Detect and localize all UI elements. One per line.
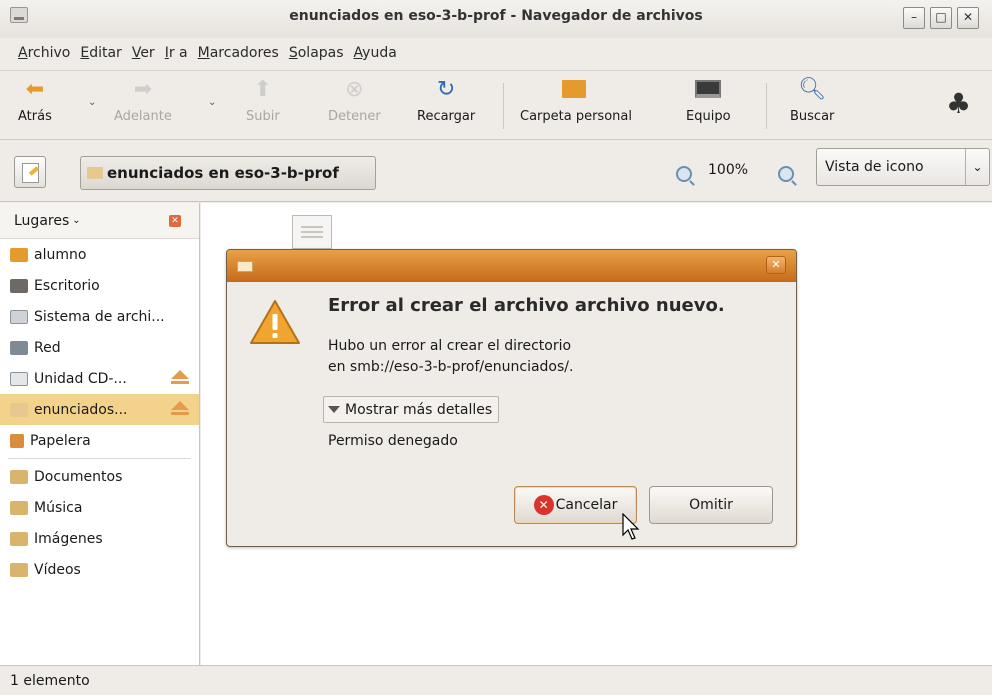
folder-icon (10, 562, 28, 577)
eject-icon[interactable] (169, 370, 191, 386)
sidebar-item-cd-drive[interactable]: Unidad CD-... (0, 363, 199, 394)
sidebar-header[interactable]: Lugares ⌄ ✕ (0, 203, 199, 239)
title-bar: enunciados en eso-3-b-prof - Navegador d… (0, 0, 992, 38)
dialog-window-icon (237, 261, 253, 272)
stop-icon: ⊗ (345, 76, 364, 102)
menu-archivo[interactable]: Archivo (18, 45, 70, 61)
dialog-heading: Error al crear el archivo archivo nuevo. (328, 295, 725, 316)
computer-icon (694, 75, 722, 103)
sidebar-item-filesystem[interactable]: Sistema de archi... (0, 301, 199, 332)
expander-triangle-icon (328, 406, 340, 413)
permission-message: Permiso denegado (328, 433, 458, 449)
toolbar-separator (766, 83, 767, 129)
toolbar: ⬅ Atrás ⌄ ➡ Adelante ⌄ ⬆ Subir ⊗ Detener… (0, 70, 992, 140)
back-arrow-icon: ⬅ (25, 76, 45, 102)
mouse-cursor-icon (622, 513, 640, 540)
desktop-icon (10, 278, 28, 293)
sidebar-item-imagenes[interactable]: Imágenes (0, 523, 199, 554)
sidebar-item-videos[interactable]: Vídeos (0, 554, 199, 585)
sidebar-item-alumno[interactable]: alumno (0, 239, 199, 270)
dialog-title-bar: ✕ (227, 250, 796, 282)
cd-drive-icon (10, 371, 28, 386)
folder-icon (10, 531, 28, 546)
warning-icon (250, 300, 300, 344)
menu-ir-a[interactable]: Ir a (165, 45, 188, 61)
up-button[interactable]: ⬆ Subir (246, 75, 280, 125)
home-folder-icon (561, 75, 590, 103)
stop-button[interactable]: ⊗ Detener (328, 75, 381, 125)
toggle-location-entry-button[interactable] (14, 156, 46, 188)
reload-button[interactable]: ↻ Recargar (417, 75, 475, 125)
skip-button[interactable]: Omitir (649, 486, 773, 524)
menu-ayuda[interactable]: Ayuda (354, 45, 397, 61)
sidebar-item-musica[interactable]: Música (0, 492, 199, 523)
search-button[interactable]: 🔍︎ Buscar (790, 75, 834, 125)
toolbar-separator (503, 83, 504, 129)
zoom-level: 100% (708, 162, 749, 178)
network-icon (10, 340, 28, 355)
show-details-expander[interactable]: Mostrar más detalles (323, 396, 500, 423)
file-item-icon[interactable] (292, 215, 332, 249)
sidebar-item-network[interactable]: Red (0, 332, 199, 363)
menu-editar[interactable]: Editar (80, 45, 121, 61)
folder-icon (10, 500, 28, 515)
menu-ver[interactable]: Ver (132, 45, 155, 61)
forward-arrow-icon: ➡ (133, 76, 153, 102)
close-window-button[interactable]: ✕ (957, 7, 979, 29)
reload-icon: ↻ (436, 76, 456, 102)
status-bar: 1 elemento (0, 665, 992, 695)
cancel-button[interactable]: ✕ Cancelar (514, 486, 637, 524)
minimize-button[interactable]: – (903, 7, 925, 29)
back-history-dropdown-icon[interactable]: ⌄ (88, 97, 96, 108)
error-dialog: ✕ Error al crear el archivo archivo nuev… (226, 249, 797, 547)
window-title: enunciados en eso-3-b-prof - Navegador d… (289, 8, 703, 24)
home-folder-button[interactable]: Carpeta personal (520, 75, 632, 124)
folder-icon (10, 469, 28, 484)
sidebar: Lugares ⌄ ✕ alumno Escritorio Sistema de … (0, 203, 200, 665)
network-folder-icon (10, 402, 28, 417)
forward-button[interactable]: ➡ Adelante (114, 75, 172, 125)
drive-icon (10, 309, 28, 324)
cancel-icon: ✕ (533, 495, 554, 515)
menu-solapas[interactable]: Solapas (289, 45, 344, 61)
zoom-in-icon[interactable] (778, 166, 794, 182)
home-icon (10, 247, 28, 262)
status-text: 1 elemento (10, 672, 90, 689)
chevron-down-icon: ⌄ (72, 215, 81, 226)
window-icon (10, 7, 28, 23)
sidebar-item-trash[interactable]: Papelera (0, 425, 199, 456)
maximize-button[interactable]: □ (930, 7, 952, 29)
trash-icon (10, 433, 24, 448)
menu-bar: Archivo Editar Ver Ir a Marcadores Solap… (0, 38, 992, 68)
sidebar-divider (8, 458, 191, 459)
folder-icon (87, 167, 103, 179)
back-button[interactable]: ⬅ Atrás (18, 75, 52, 125)
computer-button[interactable]: Equipo (686, 75, 731, 124)
forward-history-dropdown-icon[interactable]: ⌄ (208, 97, 216, 108)
close-sidebar-icon[interactable]: ✕ (169, 215, 181, 227)
view-mode-select[interactable]: Vista de icono ⌄ (816, 148, 990, 186)
gnome-foot-icon: ♣ (946, 87, 972, 120)
sidebar-item-escritorio[interactable]: Escritorio (0, 270, 199, 301)
dialog-message: Hubo un error al crear el directorio en … (328, 338, 574, 375)
search-icon: 🔍︎ (798, 76, 827, 102)
sidebar-item-enunciados[interactable]: enunciados... (0, 394, 199, 425)
chevron-down-icon: ⌄ (965, 149, 989, 185)
path-button-current[interactable]: enunciados en eso-3-b-prof (80, 156, 376, 190)
sidebar-item-documentos[interactable]: Documentos (0, 461, 199, 492)
close-dialog-button[interactable]: ✕ (766, 256, 786, 274)
menu-marcadores[interactable]: Marcadores (198, 45, 279, 61)
up-arrow-icon: ⬆ (253, 76, 273, 102)
eject-icon[interactable] (169, 401, 191, 417)
zoom-out-icon[interactable] (676, 166, 692, 182)
